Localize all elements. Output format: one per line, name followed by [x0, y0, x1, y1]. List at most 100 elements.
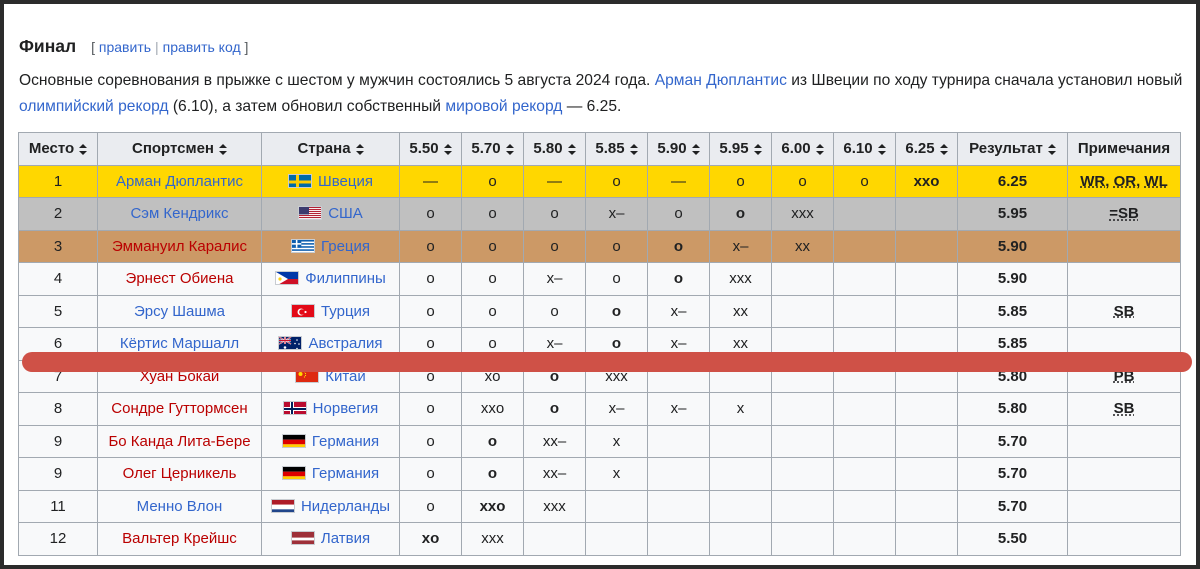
attempt-cell: x — [709, 392, 772, 426]
athlete-link[interactable]: Эрнест Обиена — [97, 262, 262, 296]
sort-arrows-icon[interactable] — [505, 143, 514, 155]
result-cell: 5.95 — [957, 197, 1068, 231]
attempt-cell: o — [399, 489, 462, 523]
country-link[interactable]: Швеция — [318, 173, 373, 190]
sort-arrows-icon[interactable] — [219, 143, 227, 155]
attempt-cell — [771, 262, 834, 296]
sort-arrows-icon[interactable] — [1047, 143, 1056, 155]
country-link[interactable]: США — [328, 205, 363, 222]
record-abbreviation[interactable]: WL — [1144, 173, 1167, 190]
column-header[interactable]: Примечания — [1067, 132, 1181, 166]
athlete-link[interactable]: Бо Канда Лита-Бере — [97, 424, 262, 458]
attempt-cell: x– — [647, 392, 710, 426]
record-abbreviation[interactable]: WR — [1080, 173, 1105, 190]
country-link[interactable]: Австралия — [308, 335, 382, 352]
philippines-flag-icon — [275, 271, 300, 286]
athlete-link[interactable]: Вальтер Крейшс — [97, 522, 262, 556]
olympic-record-link[interactable]: олимпийский рекорд — [19, 98, 169, 115]
column-header[interactable]: 5.90 — [647, 132, 710, 166]
attempt-cell: xo — [399, 522, 462, 556]
intro-text-2: из Швеции по ходу турнира сначала устано… — [786, 72, 1183, 89]
attempt-cell — [895, 489, 958, 523]
table-row: 11 Менно Влон Нидерланды o xxo xxx 5.70 — [18, 489, 1181, 523]
sort-arrows-icon[interactable] — [567, 143, 576, 155]
attempt-cell: o — [771, 164, 834, 198]
column-header[interactable]: 5.50 — [399, 132, 462, 166]
attempt-cell — [771, 489, 834, 523]
table-row: 9 Олег Церникель Германия o o xx– x 5.70 — [18, 457, 1181, 491]
record-abbreviation[interactable]: =SB — [1109, 205, 1139, 222]
table-row: 1 Арман Дюплантис Швеция — o — o — o o o xxo 6.25 WR,… — [18, 164, 1181, 198]
attempt-cell: o — [399, 424, 462, 458]
record-abbreviation[interactable]: SB — [1114, 303, 1135, 320]
edit-bracket-close: ] — [244, 39, 249, 55]
athlete-link[interactable]: Сондре Гуттормсен — [97, 392, 262, 426]
athlete-link[interactable]: Менно Влон — [97, 489, 262, 523]
country-link[interactable]: Греция — [321, 238, 370, 255]
column-header[interactable]: 6.25 — [895, 132, 958, 166]
record-abbreviation[interactable]: OR — [1114, 173, 1137, 190]
country-link[interactable]: Германия — [312, 465, 379, 482]
country-link[interactable]: Норвегия — [313, 400, 379, 417]
sort-arrows-icon[interactable] — [355, 143, 364, 155]
attempt-cell: xxx — [461, 522, 524, 556]
athlete-link[interactable]: Арман Дюплантис — [97, 164, 262, 198]
attempt-cell: o — [461, 197, 524, 231]
attempt-cell: o — [585, 229, 648, 263]
column-header[interactable]: 6.10 — [833, 132, 896, 166]
attempt-cell — [709, 424, 772, 458]
edit-link[interactable]: править — [99, 39, 151, 55]
athlete-link[interactable]: Эрсу Шашма — [97, 294, 262, 328]
attempt-cell — [771, 392, 834, 426]
column-header[interactable]: 5.85 — [585, 132, 648, 166]
attempt-cell — [895, 392, 958, 426]
country-cell: Германия — [261, 457, 400, 491]
athlete-link[interactable]: Арман Дюплантис — [655, 72, 787, 89]
sort-arrows-icon[interactable] — [691, 143, 700, 155]
intro-text-3: (6.10), а затем обновил собственный — [168, 98, 446, 115]
athlete-link[interactable]: Эммануил Каралис — [97, 229, 262, 263]
sort-arrows-icon[interactable] — [815, 143, 824, 155]
column-header[interactable]: Место — [18, 132, 98, 166]
sweden-flag-icon — [288, 173, 312, 188]
sort-arrows-icon[interactable] — [753, 143, 762, 155]
attempt-cell: xxx — [771, 197, 834, 231]
sort-arrows-icon[interactable] — [443, 143, 452, 155]
table-row: 9 Бо Канда Лита-Бере Германия o o xx– x 5.70 — [18, 424, 1181, 458]
country-link[interactable]: Германия — [312, 433, 379, 450]
attempt-cell: o — [399, 457, 462, 491]
attempt-cell — [895, 424, 958, 458]
attempt-cell — [709, 489, 772, 523]
place-cell: 3 — [18, 229, 98, 263]
attempt-cell: x– — [523, 262, 586, 296]
red-highlight-stroke — [22, 352, 1192, 372]
world-record-link[interactable]: мировой рекорд — [445, 98, 562, 115]
sort-arrows-icon[interactable] — [629, 143, 638, 155]
country-cell: Норвегия — [261, 392, 400, 426]
column-header[interactable]: Спортсмен — [97, 132, 262, 166]
edit-code-link[interactable]: править код — [163, 39, 241, 55]
sort-arrows-icon[interactable] — [939, 143, 948, 155]
athlete-link[interactable]: Олег Церникель — [97, 457, 262, 491]
country-link[interactable]: Латвия — [321, 530, 370, 547]
column-header[interactable]: 5.95 — [709, 132, 772, 166]
sort-arrows-icon[interactable] — [79, 143, 88, 155]
column-header[interactable]: 6.00 — [771, 132, 834, 166]
record-abbreviation[interactable]: SB — [1114, 400, 1135, 417]
column-header[interactable]: Результат — [957, 132, 1068, 166]
attempt-cell: x– — [647, 294, 710, 328]
edit-separator: | — [155, 39, 159, 55]
sort-arrows-icon[interactable] — [877, 143, 886, 155]
column-header[interactable]: 5.70 — [461, 132, 524, 166]
attempt-cell: o — [399, 197, 462, 231]
attempt-cell: x — [585, 424, 648, 458]
column-header[interactable]: Страна — [261, 132, 400, 166]
result-cell: 6.25 — [957, 164, 1068, 198]
notes-cell: WR, OR, WL — [1067, 164, 1181, 198]
country-link[interactable]: Турция — [321, 303, 370, 320]
country-link[interactable]: Нидерланды — [301, 498, 390, 515]
attempt-cell: xxo — [895, 164, 958, 198]
column-header[interactable]: 5.80 — [523, 132, 586, 166]
athlete-link[interactable]: Сэм Кендрикс — [97, 197, 262, 231]
country-link[interactable]: Филиппины — [305, 270, 386, 287]
